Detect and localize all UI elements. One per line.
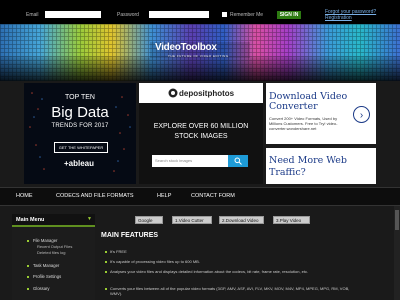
nav-codecs[interactable]: CODECS AND FILE FORMATS: [56, 193, 134, 199]
converter-ad-title-2: Converter: [269, 101, 318, 112]
bullet-icon: [105, 288, 107, 290]
password-label: Password: [117, 12, 139, 18]
registration-link[interactable]: Registration: [325, 15, 352, 21]
chevron-right-icon[interactable]: ›: [353, 106, 370, 123]
tab-play-video-label: 3.Play Video: [276, 218, 302, 223]
tab-download-video[interactable]: 2.Download Video: [219, 216, 264, 224]
banner-shade: [0, 56, 400, 81]
sidebar-item-profile-settings[interactable]: Profile Settings: [33, 274, 61, 279]
caret-down-icon: ▼: [87, 216, 92, 222]
tab-video-cutter-label: 1.Video Cutter: [175, 218, 204, 223]
sidebar-item-task-manager[interactable]: Task Manager: [33, 263, 59, 268]
search-icon: [234, 157, 242, 165]
remember-label: Remember Me: [230, 12, 264, 18]
video-converter-ad[interactable]: Download Video Converter Convert 200+ Vi…: [266, 83, 376, 144]
depositphotos-ad[interactable]: depositphotos EXPLORE OVER 60 MILLION ST…: [139, 83, 263, 184]
tableau-ad-headline: Big Data: [51, 104, 109, 121]
sidebar-item-recent-output[interactable]: Recent Output Files: [37, 244, 72, 249]
stock-search-input[interactable]: Search stock images: [152, 155, 228, 167]
tableau-ad-subtitle: TRENDS FOR 2017: [51, 123, 109, 129]
signin-button[interactable]: SIGN IN: [277, 11, 301, 19]
depositphotos-subheadline: STOCK IMAGES: [174, 133, 228, 140]
bullet-icon: [27, 288, 29, 290]
tab-google-label: Google: [138, 218, 153, 223]
email-input[interactable]: [45, 11, 101, 18]
nav-home[interactable]: HOME: [16, 193, 33, 199]
sidebar-item-deleted-log[interactable]: Deleted files log: [37, 250, 65, 255]
main-features-title: MAIN FEATURES: [101, 232, 159, 239]
scrollbar-thumb[interactable]: [395, 210, 399, 230]
sidebar-item-file-manager[interactable]: File Manager: [33, 238, 57, 243]
bullet-icon: [105, 251, 107, 253]
bullet-icon: [105, 261, 107, 263]
feature-item: Analyses your video files and displays d…: [110, 269, 309, 274]
traffic-ad-title: Need More Web: [269, 155, 347, 166]
bullet-icon: [105, 271, 107, 273]
email-label: Email: [26, 12, 39, 18]
tab-video-cutter[interactable]: 1.Video Cutter: [172, 216, 212, 224]
stock-search-button[interactable]: [228, 155, 248, 167]
bullet-icon: [27, 276, 29, 278]
tab-download-video-label: 2.Download Video: [222, 218, 259, 223]
feature-item: It's capable of processing video files u…: [110, 259, 200, 264]
tab-google[interactable]: Google: [135, 216, 163, 224]
tableau-ad[interactable]: TOP TEN Big Data TRENDS FOR 2017 GET THE…: [24, 83, 136, 184]
bullet-icon: [27, 240, 29, 242]
password-input[interactable]: [149, 11, 209, 18]
nav-contact[interactable]: CONTACT FORM: [191, 193, 235, 199]
remember-checkbox[interactable]: [222, 12, 227, 17]
main-menu-title: Main Menu: [16, 217, 45, 223]
whitepaper-button[interactable]: GET THE WHITEPAPER: [54, 142, 108, 153]
header-banner: VideoToolbox THE FUTURE OF VIDEO EDITING: [0, 24, 400, 81]
traffic-ad-title-2: Traffic?: [269, 167, 306, 178]
depositphotos-logo: depositphotos: [179, 89, 235, 98]
site-tagline: THE FUTURE OF VIDEO EDITING: [168, 54, 229, 58]
feature-item: Converts your files between all of the p…: [110, 286, 350, 296]
site-logo[interactable]: VideoToolbox: [155, 42, 217, 53]
feature-item: It's FREE: [110, 249, 127, 254]
depositphotos-headline: EXPLORE OVER 60 MILLION: [153, 123, 249, 130]
depositphotos-logo-icon: [168, 88, 178, 98]
tableau-logo: +ableau: [64, 159, 95, 168]
converter-ad-text: Convert 200+ Video Formats, Used by Mill…: [269, 116, 338, 131]
nav-help[interactable]: HELP: [157, 193, 171, 199]
tableau-ad-top: TOP TEN: [65, 94, 95, 101]
sidebar-item-glossary[interactable]: Glossary: [33, 286, 50, 291]
bullet-icon: [27, 265, 29, 267]
web-traffic-ad[interactable]: Need More Web Traffic?: [266, 148, 376, 184]
tab-play-video[interactable]: 3.Play Video: [273, 216, 310, 224]
